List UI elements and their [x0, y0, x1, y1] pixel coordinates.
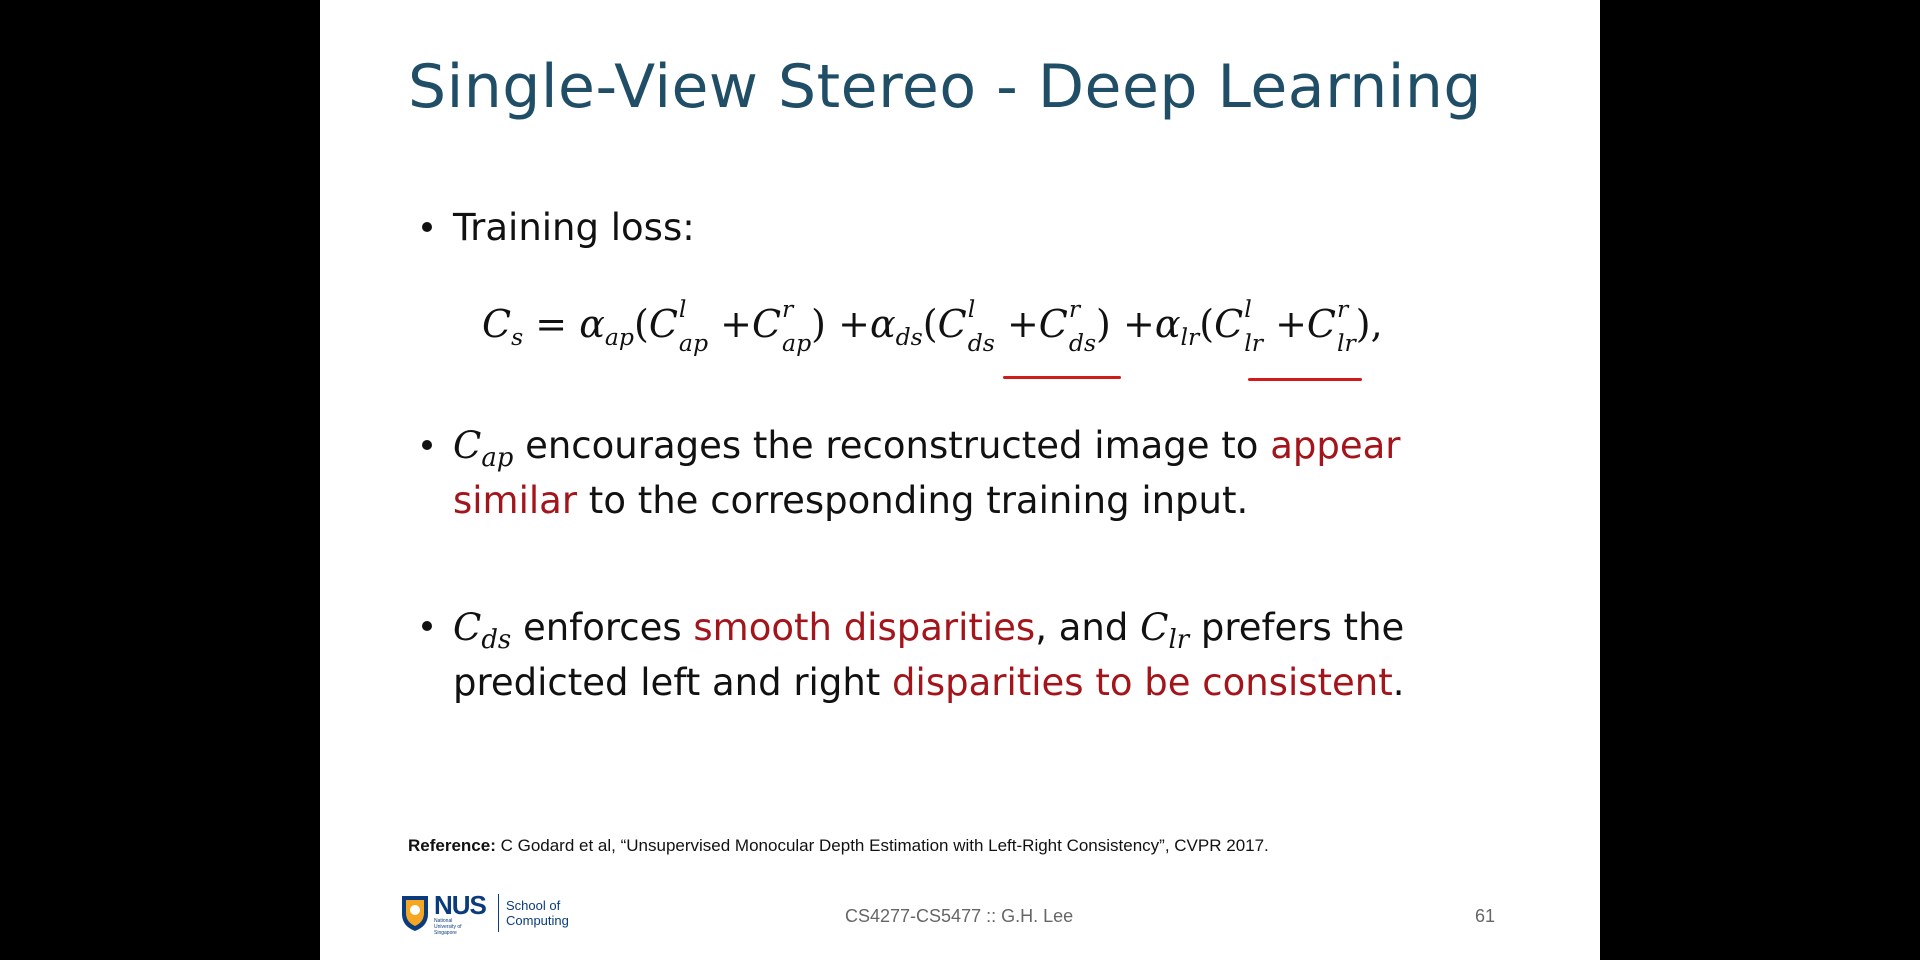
footer-course: CS4277-CS5477 :: G.H. Lee — [845, 906, 1074, 926]
bullet-cds-clr: Cds enforces smooth disparities, and Clr… — [453, 606, 1405, 655]
nus-crest-icon — [402, 896, 428, 931]
page-number: 61 — [1475, 906, 1496, 926]
underline-ds-term — [1003, 376, 1121, 379]
bullet-dot — [422, 440, 432, 450]
bullet-dot — [422, 621, 432, 631]
training-loss-formula: Cs = αap(C l ap +C r ap) +αds(C l ds +C r ds) +α… — [482, 294, 1383, 357]
underline-lr-term — [1248, 378, 1362, 381]
reference-citation: Reference: C Godard et al, “Unsupervised… — [408, 836, 1269, 855]
bullet-cap-line2: similar to the corresponding training in… — [453, 479, 1249, 522]
bullet-cap: Cap encourages the reconstructed image t… — [453, 424, 1401, 473]
bullet-training-loss: Training loss: — [453, 206, 695, 249]
nus-logo-subtext: National University of Singapore — [434, 918, 462, 936]
slide-title: Single-View Stereo - Deep Learning — [408, 52, 1483, 122]
nus-logo: NUS National University of Singapore Sch… — [400, 890, 600, 936]
slide: Single-View Stereo - Deep Learning Train… — [320, 0, 1600, 960]
bullet-dot — [422, 222, 432, 232]
nus-logo-text: NUS — [434, 890, 487, 920]
logo-divider — [498, 894, 499, 932]
bullet-cds-clr-line2: predicted left and right disparities to … — [453, 661, 1405, 704]
school-name: School of Computing — [506, 898, 569, 928]
